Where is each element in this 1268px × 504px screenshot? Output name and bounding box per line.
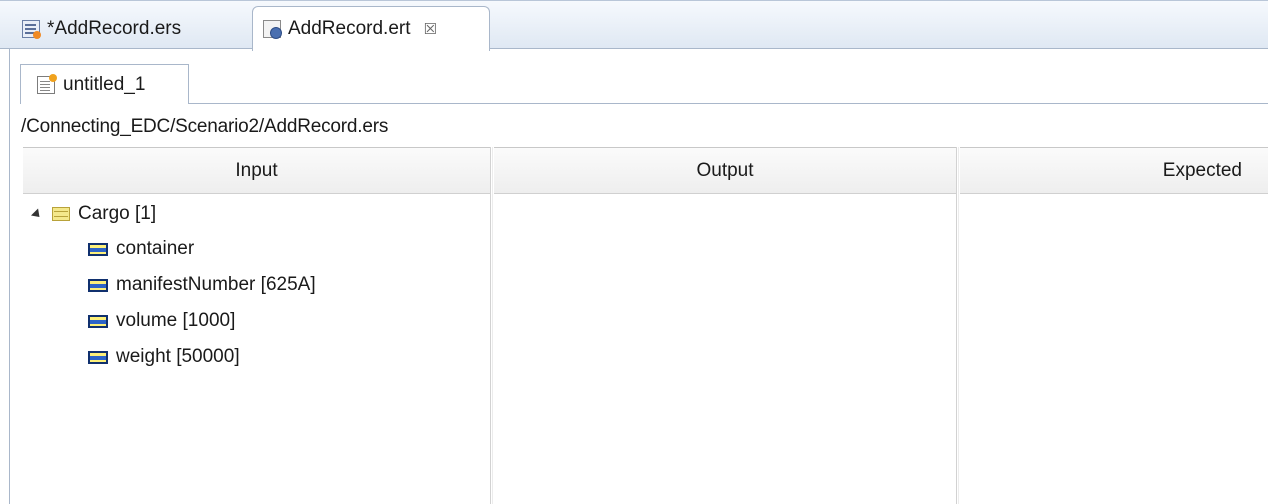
- tree-node-container[interactable]: container: [88, 233, 194, 265]
- column-separator-shadow: [958, 147, 959, 504]
- structure-icon: [52, 207, 70, 221]
- field-icon: [88, 242, 108, 256]
- tree-node-label: volume [1000]: [116, 310, 236, 331]
- resource-path: /Connecting_EDC/Scenario2/AddRecord.ers: [21, 116, 389, 137]
- field-icon: [88, 314, 108, 328]
- field-icon: [88, 278, 108, 292]
- tree-node-manifestnumber[interactable]: manifestNumber [625A]: [88, 269, 316, 301]
- tree-node-label: container: [116, 238, 195, 259]
- editor-tab-label: *AddRecord.ers: [47, 17, 182, 39]
- column-header-output[interactable]: Output: [494, 147, 956, 194]
- ert-file-icon: [263, 20, 282, 39]
- tab-divider: [188, 103, 1268, 104]
- column-separator[interactable]: [490, 147, 491, 504]
- field-icon: [88, 350, 108, 364]
- expected-panel[interactable]: [960, 194, 1268, 504]
- output-panel[interactable]: [494, 194, 956, 504]
- test-document-icon: [37, 73, 57, 94]
- editor-tab-bar: *AddRecord.ers AddRecord.ert ☒: [0, 0, 1268, 51]
- ers-file-icon: [22, 19, 41, 39]
- tree-node-label: manifestNumber [625A]: [116, 274, 316, 295]
- close-icon[interactable]: ☒: [424, 20, 437, 38]
- tree-node-volume[interactable]: volume [1000]: [88, 305, 235, 337]
- column-separator[interactable]: [956, 147, 957, 504]
- sub-tab-untitled-1[interactable]: untitled_1: [20, 64, 189, 104]
- column-header-expected[interactable]: Expected: [960, 147, 1268, 194]
- editor-tab-addrecord-ert[interactable]: AddRecord.ert ☒: [252, 6, 490, 51]
- editor-tab-label: AddRecord.ert: [288, 18, 411, 39]
- editor-frame-border: [9, 114, 23, 504]
- column-header-input[interactable]: Input: [23, 147, 490, 194]
- tree-node-label: Cargo [1]: [78, 203, 157, 224]
- tree-node-cargo[interactable]: Cargo [1]: [30, 198, 157, 230]
- sub-tab-label: untitled_1: [63, 73, 146, 95]
- editor-tab-addrecord-ers[interactable]: *AddRecord.ers: [12, 7, 191, 50]
- tree-node-label: weight [50000]: [116, 346, 240, 367]
- column-separator-shadow: [492, 147, 493, 504]
- sub-tab-bar: untitled_1: [9, 49, 1268, 114]
- tree-node-weight[interactable]: weight [50000]: [88, 341, 240, 373]
- expand-arrow-icon[interactable]: [30, 207, 44, 221]
